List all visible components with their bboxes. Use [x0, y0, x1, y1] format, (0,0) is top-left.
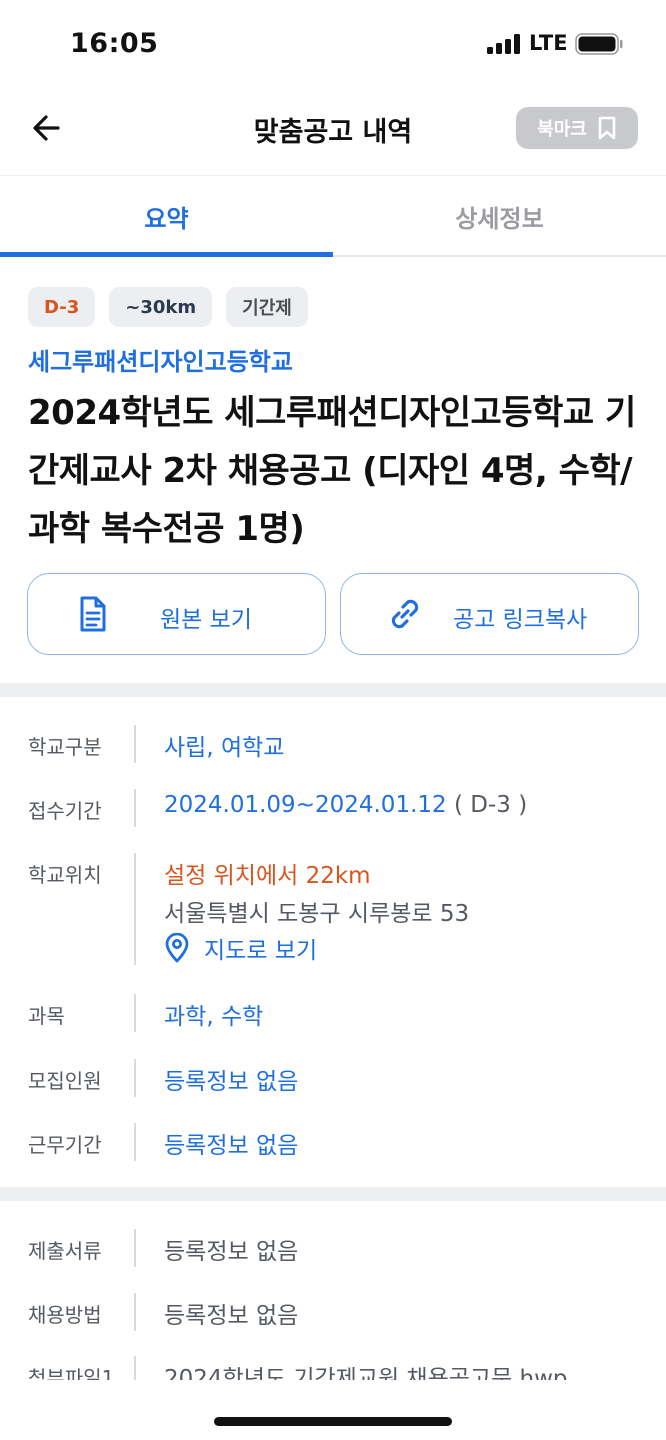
copy-link-button[interactable]: 공고 링크복사 — [340, 573, 639, 655]
row-separator — [134, 1123, 136, 1161]
section-divider — [0, 1187, 666, 1201]
chip-list: D-3 ~30km 기간제 — [28, 287, 308, 327]
subject-value: 과학, 수학 — [164, 1004, 264, 1030]
row-separator — [134, 1293, 136, 1331]
status-time: 16:05 — [70, 28, 159, 59]
signal-icon — [487, 34, 520, 54]
info-label: 학교구분 — [28, 735, 102, 759]
document-icon — [80, 596, 106, 632]
info-label: 제출서류 — [28, 1239, 102, 1263]
app-header: 맞춤공고 내역 북마크 — [0, 90, 666, 174]
copy-link-label: 공고 링크복사 — [453, 607, 588, 633]
bookmark-button[interactable]: 북마크 — [516, 107, 638, 149]
post-title: 2024학년도 세그루패션디자인고등학교 기간제교사 2차 채용공고 (디자인 … — [28, 393, 636, 549]
row-separator — [134, 789, 136, 827]
row-separator — [134, 725, 136, 763]
work-period-value: 등록정보 없음 — [164, 1133, 299, 1159]
application-period-value: 2024.01.09~2024.01.12 ( D-3 ) — [164, 792, 527, 818]
map-link-label: 지도로 보기 — [204, 938, 318, 964]
info-label: 학교위치 — [28, 863, 102, 887]
location-distance: 설정 위치에서 22km — [164, 863, 371, 889]
network-label: LTE — [529, 31, 568, 55]
documents-value: 등록정보 없음 — [164, 1239, 299, 1265]
map-link[interactable]: 지도로 보기 — [164, 931, 317, 965]
hiring-method-value: 등록정보 없음 — [164, 1303, 299, 1329]
row-separator — [134, 1229, 136, 1267]
bottom-safe-area — [0, 1380, 666, 1440]
status-bar: 16:05 LTE — [0, 0, 666, 90]
deadline-chip: D-3 — [28, 287, 96, 327]
location-address: 서울특별시 도봉구 시루봉로 53 — [164, 901, 470, 927]
distance-chip: ~30km — [109, 287, 213, 327]
home-indicator — [214, 1417, 452, 1426]
bookmark-label: 북마크 — [537, 119, 587, 140]
school-name: 세그루패션디자인고등학교 — [28, 348, 293, 376]
view-original-label: 원본 보기 — [160, 607, 252, 633]
section-divider — [0, 683, 666, 697]
tab-bar: 요약 상세정보 — [0, 175, 666, 257]
row-separator — [134, 1059, 136, 1097]
tab-detail[interactable]: 상세정보 — [333, 176, 666, 256]
recruits-value: 등록정보 없음 — [164, 1069, 299, 1095]
info-label: 과목 — [28, 1004, 65, 1028]
info-label: 채용방법 — [28, 1303, 102, 1327]
period-dday: ( D-3 ) — [453, 792, 528, 818]
tab-summary[interactable]: 요약 — [0, 176, 333, 256]
view-original-button[interactable]: 원본 보기 — [27, 573, 326, 655]
location-pin-icon — [165, 933, 189, 963]
bookmark-icon — [598, 116, 616, 140]
school-type-value: 사립, 여학교 — [164, 735, 285, 761]
employment-type-chip: 기간제 — [226, 287, 308, 327]
info-label: 근무기간 — [28, 1133, 102, 1157]
row-separator — [134, 994, 136, 1032]
link-icon — [391, 599, 419, 629]
info-label: 모집인원 — [28, 1069, 102, 1093]
info-label: 접수기간 — [28, 799, 102, 823]
battery-icon — [575, 33, 623, 55]
period-dates: 2024.01.09~2024.01.12 — [164, 792, 447, 818]
active-tab-indicator — [0, 252, 333, 257]
row-separator — [134, 853, 136, 965]
